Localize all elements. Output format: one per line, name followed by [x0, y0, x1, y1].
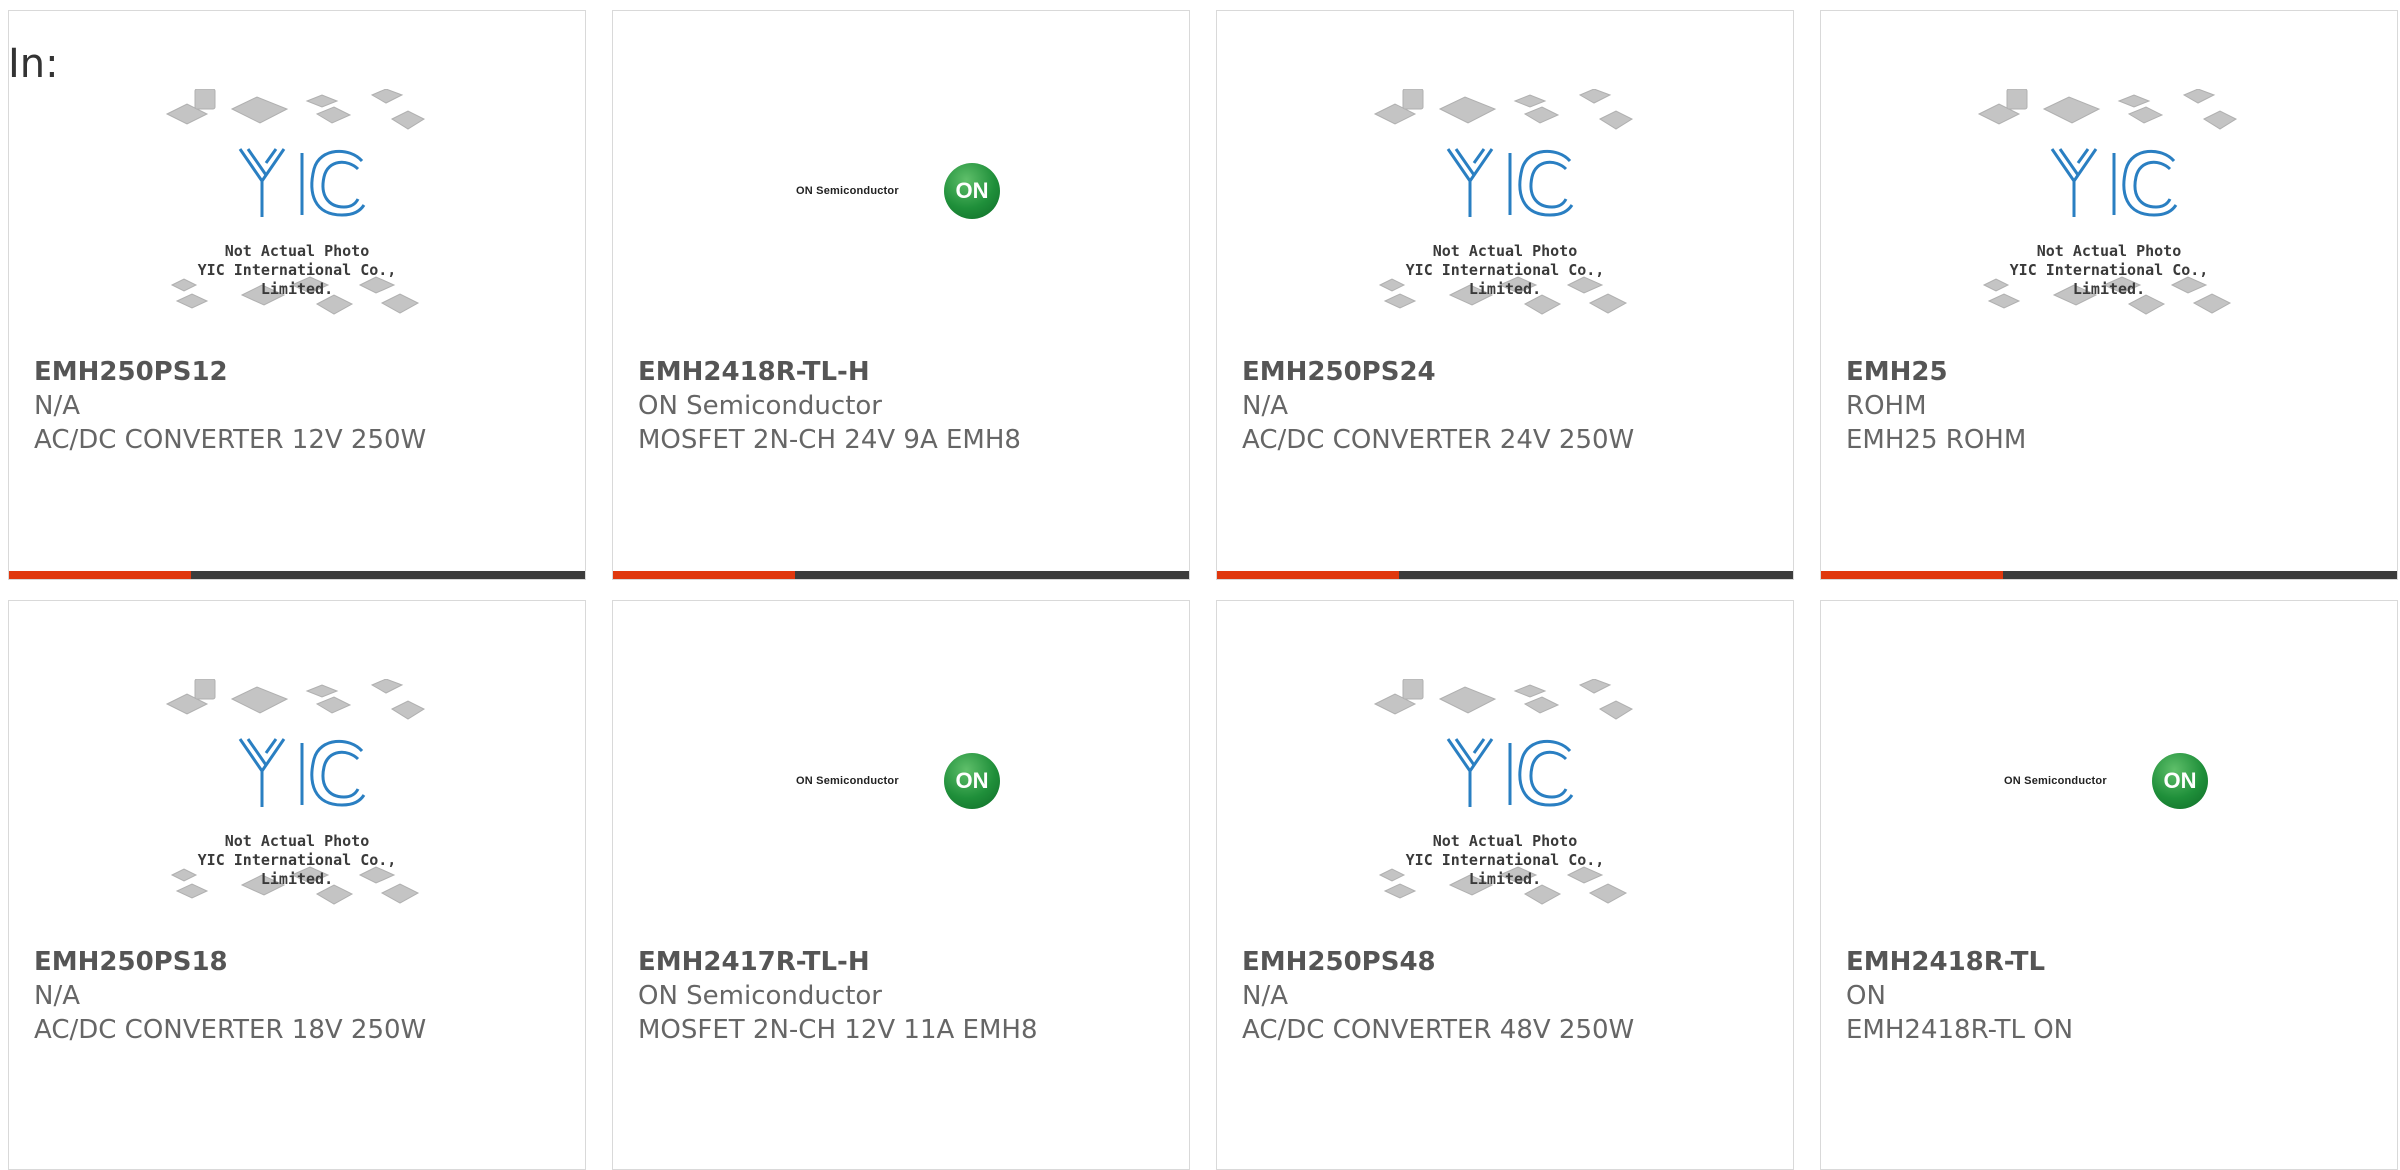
description: AC/DC CONVERTER 48V 250W — [1242, 1015, 1635, 1045]
card-bottom-bar — [9, 571, 585, 579]
product-card[interactable]: Not Actual Photo YIC International Co., … — [1820, 10, 2398, 580]
card-accent-bar — [1821, 571, 2003, 579]
manufacturer: N/A — [1242, 981, 1288, 1011]
on-logo-brand: ON Semiconductor — [796, 185, 899, 197]
card-accent-bar — [9, 571, 191, 579]
placeholder-caption-line1: Not Actual Photo — [224, 242, 370, 260]
product-card[interactable]: Not Actual Photo YIC International Co., … — [1216, 600, 1794, 1170]
yic-placeholder-image: Not Actual Photo YIC International Co., … — [162, 678, 432, 939]
product-card[interactable]: ON Semiconductor ON EMH2418R-TL-H ON Sem… — [612, 10, 1190, 580]
card-accent-bar — [613, 571, 795, 579]
product-image: ON Semiconductor ON — [613, 679, 1189, 949]
placeholder-caption-line2: YIC International Co., Limited. — [1405, 261, 1605, 298]
part-number[interactable]: EMH250PS48 — [1242, 945, 1783, 979]
product-image: Not Actual Photo YIC International Co., … — [9, 678, 585, 949]
part-number[interactable]: EMH2417R-TL-H — [638, 945, 1179, 979]
card-bottom-bar — [613, 571, 1189, 579]
part-number[interactable]: EMH250PS12 — [34, 355, 575, 389]
manufacturer: N/A — [1242, 391, 1288, 421]
product-image: Not Actual Photo YIC International Co., … — [1821, 88, 2397, 359]
on-semiconductor-logo: ON Semiconductor ON — [796, 163, 1006, 223]
product-card[interactable]: Not Actual Photo YIC International Co., … — [8, 10, 586, 580]
product-grid: Not Actual Photo YIC International Co., … — [8, 10, 2400, 1170]
manufacturer: ON Semiconductor — [638, 981, 882, 1011]
placeholder-caption-line1: Not Actual Photo — [224, 832, 370, 850]
product-image: ON Semiconductor ON — [1821, 679, 2397, 949]
product-card[interactable]: Not Actual Photo YIC International Co., … — [1216, 10, 1794, 580]
description: EMH2418R-TL ON — [1846, 1015, 2074, 1045]
filter-label: In: — [8, 41, 59, 87]
card-bottom-bar — [1821, 571, 2397, 579]
part-number[interactable]: EMH250PS24 — [1242, 355, 1783, 389]
on-semiconductor-logo: ON Semiconductor ON — [2004, 753, 2214, 813]
placeholder-caption-line1: Not Actual Photo — [2036, 242, 2182, 260]
placeholder-caption-line2: YIC International Co., Limited. — [197, 851, 397, 888]
on-logo-brand: ON Semiconductor — [796, 775, 899, 787]
product-card[interactable]: Not Actual Photo YIC International Co., … — [8, 600, 586, 1170]
part-number[interactable]: EMH250PS18 — [34, 945, 575, 979]
yic-placeholder-image: Not Actual Photo YIC International Co., … — [1370, 678, 1640, 939]
product-card[interactable]: ON Semiconductor ON EMH2418R-TL ON EMH24… — [1820, 600, 2398, 1170]
on-logo-brand: ON Semiconductor — [2004, 775, 2107, 787]
description: MOSFET 2N-CH 12V 11A EMH8 — [638, 1015, 1038, 1045]
yic-placeholder-image: Not Actual Photo YIC International Co., … — [1370, 88, 1640, 349]
placeholder-caption-line1: Not Actual Photo — [1432, 242, 1578, 260]
on-logo-mark: ON — [944, 163, 1000, 219]
card-accent-bar — [1217, 571, 1399, 579]
part-number[interactable]: EMH2418R-TL — [1846, 945, 2387, 979]
product-image: Not Actual Photo YIC International Co., … — [1217, 88, 1793, 359]
description: AC/DC CONVERTER 12V 250W — [34, 425, 427, 455]
placeholder-caption-line2: YIC International Co., Limited. — [2009, 261, 2209, 298]
description: AC/DC CONVERTER 18V 250W — [34, 1015, 427, 1045]
card-bottom-bar — [1217, 571, 1793, 579]
on-logo-mark: ON — [2152, 753, 2208, 809]
on-semiconductor-logo: ON Semiconductor ON — [796, 753, 1006, 813]
manufacturer: ON — [1846, 981, 1886, 1011]
part-number[interactable]: EMH2418R-TL-H — [638, 355, 1179, 389]
placeholder-caption-line2: YIC International Co., Limited. — [1405, 851, 1605, 888]
yic-placeholder-image: Not Actual Photo YIC International Co., … — [162, 88, 432, 349]
yic-placeholder-image: Not Actual Photo YIC International Co., … — [1974, 88, 2244, 349]
manufacturer: ROHM — [1846, 391, 1927, 421]
on-logo-mark: ON — [944, 753, 1000, 809]
description: MOSFET 2N-CH 24V 9A EMH8 — [638, 425, 1021, 455]
part-number[interactable]: EMH25 — [1846, 355, 2387, 389]
manufacturer: N/A — [34, 981, 80, 1011]
product-image: Not Actual Photo YIC International Co., … — [1217, 678, 1793, 949]
manufacturer: ON Semiconductor — [638, 391, 882, 421]
product-image: Not Actual Photo YIC International Co., … — [9, 88, 585, 359]
description: EMH25 ROHM — [1846, 425, 2027, 455]
product-card[interactable]: ON Semiconductor ON EMH2417R-TL-H ON Sem… — [612, 600, 1190, 1170]
product-image: ON Semiconductor ON — [613, 89, 1189, 359]
description: AC/DC CONVERTER 24V 250W — [1242, 425, 1635, 455]
placeholder-caption-line1: Not Actual Photo — [1432, 832, 1578, 850]
manufacturer: N/A — [34, 391, 80, 421]
placeholder-caption-line2: YIC International Co., Limited. — [197, 261, 397, 298]
